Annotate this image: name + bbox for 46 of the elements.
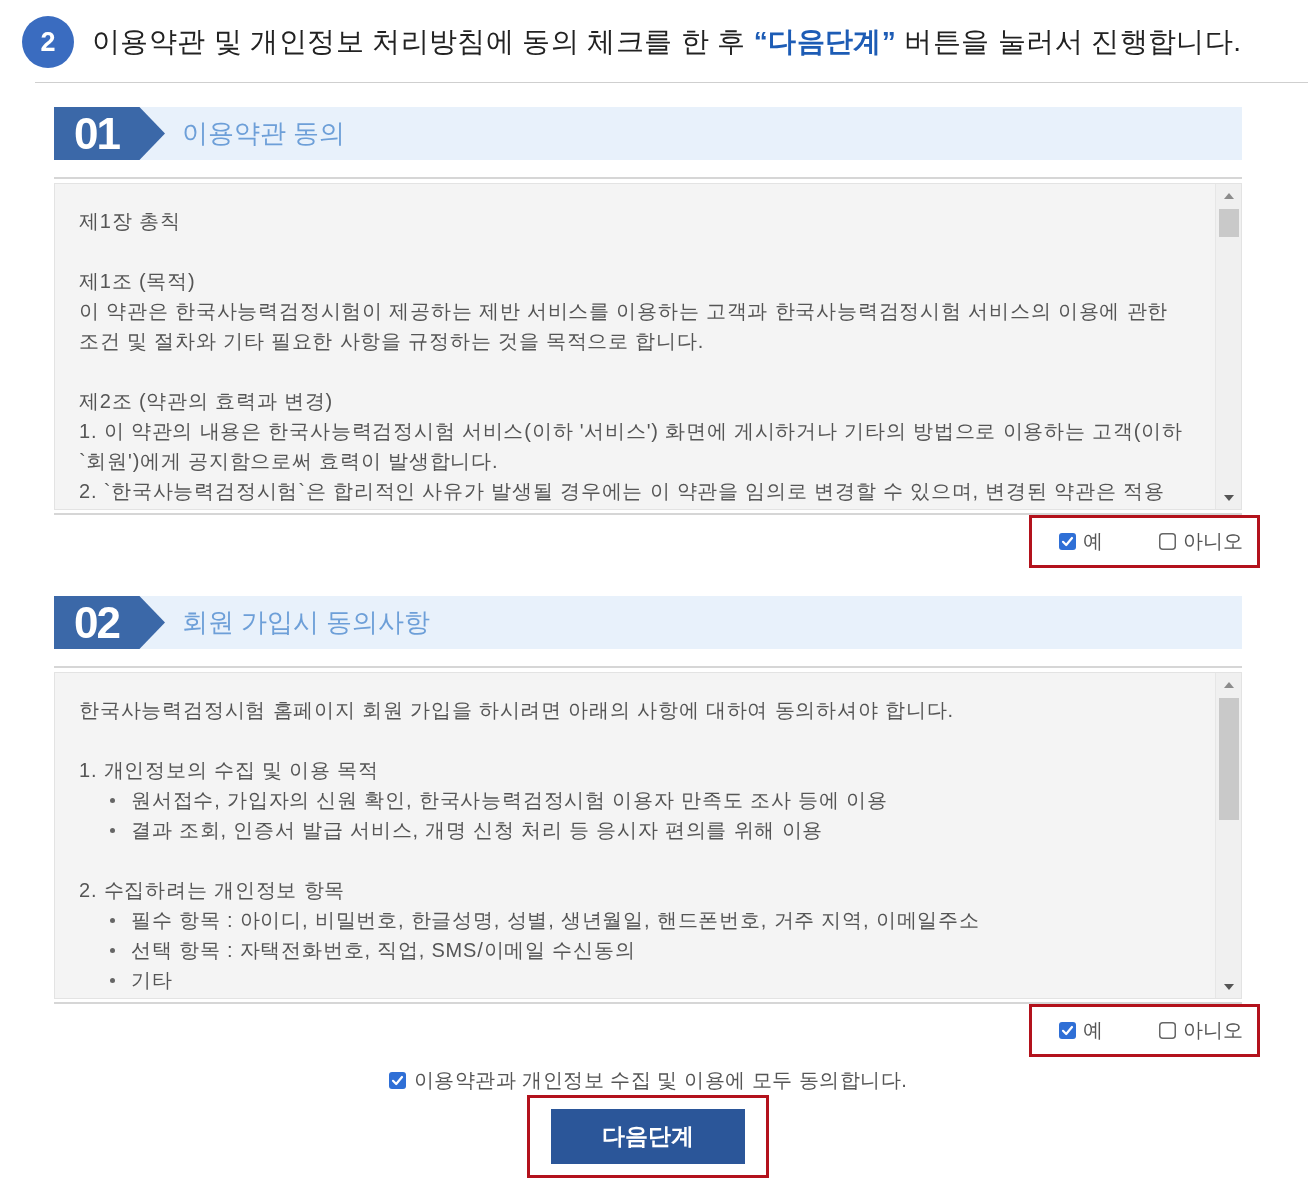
terms-text: 원서접수, 가입자의 신원 확인, 한국사능력검정시험 이용자 만족도 조사 등에 이용 bbox=[131, 788, 888, 813]
section-title: 이용약관 동의 bbox=[182, 117, 346, 150]
checkbox[interactable] bbox=[1059, 1022, 1076, 1039]
next-step-button[interactable]: 다음단계 bbox=[551, 1109, 745, 1164]
terms-text: 1. 개인정보의 수집 및 이용 목적 bbox=[79, 758, 380, 783]
instruction-text: 이용약관 및 개인정보 처리방침에 동의 체크를 한 후 “다음단계” 버튼을 눌러서 진행합니다. bbox=[92, 25, 1242, 59]
terms-text: 기타 bbox=[131, 968, 173, 993]
terms-text: 2. `한국사능력검정시험`은 합리적인 사유가 발생될 경우에는 이 약관을 임의로 변경할 수 있으며, 변경된 약관은 적용 bbox=[79, 479, 1166, 504]
checkbox[interactable] bbox=[1059, 533, 1076, 550]
scrollbar[interactable] bbox=[1215, 184, 1241, 509]
terms-text: 제1조 (목적) bbox=[79, 269, 197, 294]
bullet-icon bbox=[110, 918, 115, 923]
checkbox[interactable] bbox=[1159, 533, 1176, 550]
checkbox[interactable] bbox=[1159, 1022, 1176, 1039]
bullet-icon bbox=[110, 948, 115, 953]
agree-all-label: 이용약관과 개인정보 수집 및 이용에 모두 동의합니다. bbox=[413, 1068, 908, 1093]
terms-text: 2. 수집하려는 개인정보 항목 bbox=[79, 878, 347, 903]
section-number-badge: 02 bbox=[54, 596, 165, 649]
terms-text: 한국사능력검정시험 홈페이지 회원 가입을 하시려면 아래의 사항에 대하여 동의하셔야 합니다. bbox=[79, 698, 955, 723]
bullet-icon bbox=[110, 828, 115, 833]
scroll-thumb[interactable] bbox=[1218, 698, 1239, 820]
terms-text: 이 약관은 한국사능력검정시험이 제공하는 제반 서비스를 이용하는 고객과 한국사능력검정시험 서비스의 이용에 관한 조건 및 절차와 기타 필요한 사항을 규정하는 것을 목적으로 합니다. bbox=[79, 299, 1170, 354]
terms-text-box[interactable] bbox=[54, 183, 1242, 510]
step-number-badge: 2 bbox=[22, 16, 74, 68]
terms-text: 제2조 (약관의 효력과 변경) bbox=[79, 389, 334, 414]
scroll-down-icon[interactable] bbox=[1223, 984, 1234, 990]
scroll-up-icon[interactable] bbox=[1223, 682, 1234, 688]
checkbox-label: 예 bbox=[1083, 529, 1103, 554]
scrollbar[interactable] bbox=[1215, 673, 1241, 998]
section-number-badge: 01 bbox=[54, 107, 165, 160]
bullet-icon bbox=[110, 978, 115, 983]
checkbox-label: 예 bbox=[1083, 1018, 1103, 1043]
scroll-down-icon[interactable] bbox=[1223, 495, 1234, 501]
checkbox-label: 아니오 bbox=[1183, 1018, 1243, 1043]
terms-text-box[interactable] bbox=[54, 672, 1242, 999]
terms-text: 결과 조회, 인증서 발급 서비스, 개명 신청 처리 등 응시자 편의를 위해 이용 bbox=[131, 818, 824, 843]
scroll-thumb[interactable] bbox=[1218, 209, 1239, 237]
terms-text: 제1장 총칙 bbox=[79, 209, 182, 234]
bullet-icon bbox=[110, 798, 115, 803]
scroll-up-icon[interactable] bbox=[1223, 193, 1234, 199]
terms-text: 선택 항목 : 자택전화번호, 직업, SMS/이메일 수신동의 bbox=[131, 938, 636, 963]
checkbox-label: 아니오 bbox=[1183, 529, 1243, 554]
terms-text: 필수 항목 : 아이디, 비밀번호, 한글성명, 성별, 생년월일, 핸드폰번호, 거주 지역, 이메일주소 bbox=[131, 908, 980, 933]
checkbox[interactable] bbox=[388, 1072, 406, 1089]
terms-text: 1. 이 약관의 내용은 한국사능력검정시험 서비스(이하 '서비스') 화면에 게시하거나 기타의 방법으로 이용하는 고객(이하 `회원')에게 공지함으로써 효력이 발생합니다. bbox=[79, 419, 1184, 474]
section-title: 회원 가입시 동의사항 bbox=[182, 606, 431, 639]
